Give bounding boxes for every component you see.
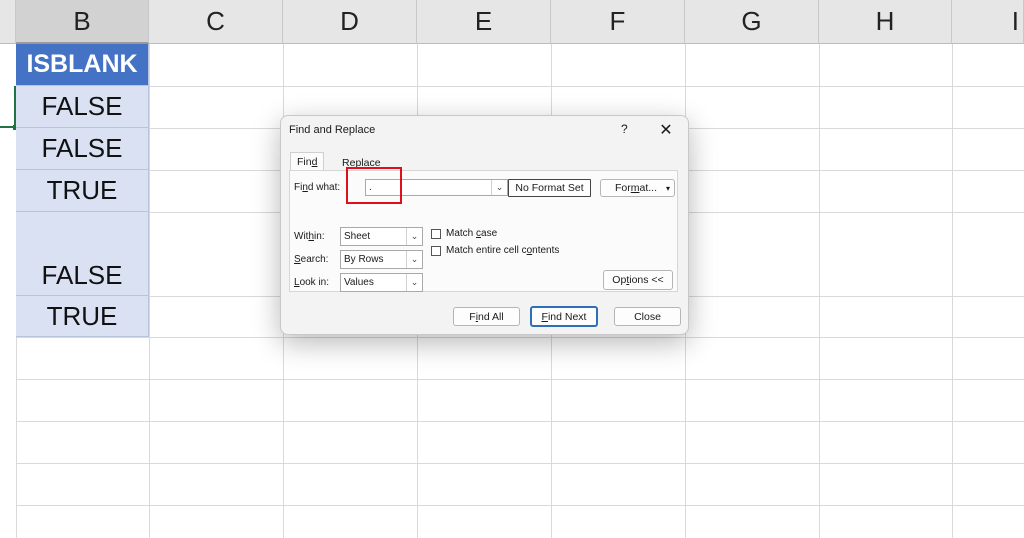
search-select[interactable]: By Rows ⌄ (340, 250, 423, 269)
chevron-down-icon[interactable]: ⌄ (406, 274, 422, 291)
column-header-prev[interactable] (0, 0, 16, 44)
cell-b-value[interactable]: FALSE (16, 212, 149, 296)
format-button[interactable]: For m at... ▾ (600, 179, 675, 197)
chevron-down-icon[interactable]: ⌄ (406, 228, 422, 245)
look-in-select[interactable]: Values ⌄ (340, 273, 423, 292)
options-button[interactable]: Op t ions << (603, 270, 673, 290)
find-replace-dialog: Find and Replace ? ✕ Fin d Re p lace Find w… (280, 115, 689, 335)
find-next-button[interactable]: Find Next (530, 306, 598, 327)
close-icon[interactable]: ✕ (655, 119, 677, 141)
cell-b-value[interactable]: FALSE (16, 86, 149, 128)
match-case-checkbox[interactable] (431, 229, 441, 239)
chevron-down-icon[interactable]: ⌄ (406, 251, 422, 268)
match-entire-cell-checkbox[interactable] (431, 246, 441, 256)
active-cell-border (0, 86, 16, 128)
tab-find[interactable]: Fin d (290, 152, 325, 171)
column-header-b[interactable]: B (16, 0, 149, 44)
chevron-down-icon[interactable]: ⌄ (491, 180, 507, 195)
cell-b-header[interactable]: ISBLANK (16, 44, 149, 86)
find-all-button[interactable]: Fi nd All (453, 307, 520, 326)
cell-b-value[interactable]: TRUE (16, 170, 149, 212)
look-in-label: Look in: (294, 277, 330, 288)
find-what-label: Find what: (294, 182, 341, 193)
no-format-set-button[interactable]: No Format Set (508, 179, 591, 197)
match-case-label[interactable]: Match case (446, 228, 497, 239)
match-entire-cell-label[interactable]: Match entire cell contents (446, 245, 559, 256)
search-label: Search: (294, 254, 329, 265)
column-header-i[interactable]: I (952, 0, 1024, 44)
dialog-title: Find and Replace (289, 124, 376, 136)
cell-b-value[interactable]: TRUE (16, 296, 149, 337)
cell-b-value[interactable]: FALSE (16, 128, 149, 170)
highlight-annotation (346, 167, 402, 204)
column-header-f[interactable]: F (551, 0, 685, 44)
column-header-h[interactable]: H (819, 0, 952, 44)
column-header-c[interactable]: C (149, 0, 283, 44)
within-label: Within: (294, 231, 325, 242)
column-header-d[interactable]: D (283, 0, 417, 44)
dropdown-arrow-icon: ▾ (665, 183, 670, 193)
column-header-g[interactable]: G (685, 0, 819, 44)
column-header-e[interactable]: E (417, 0, 551, 44)
close-button[interactable]: Close (614, 307, 681, 326)
help-button[interactable]: ? (621, 122, 628, 136)
within-select[interactable]: Sheet ⌄ (340, 227, 423, 246)
